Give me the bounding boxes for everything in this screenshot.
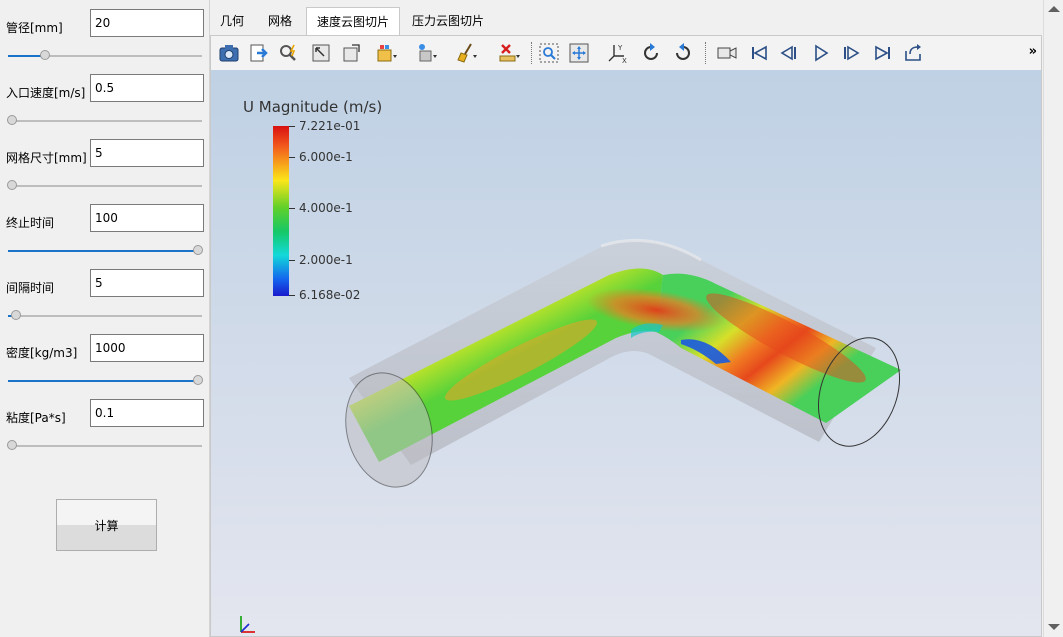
scroll-down-icon[interactable]	[1048, 624, 1060, 630]
slider-thumb[interactable]	[10, 310, 21, 320]
axes-orient-icon[interactable]: YX	[605, 41, 629, 65]
toolbar-more-button[interactable]: »	[1029, 44, 1037, 59]
tab-geometry[interactable]: 几何	[210, 7, 254, 35]
density-input[interactable]	[90, 334, 204, 362]
fit-view-icon[interactable]	[567, 41, 591, 65]
interval-time-label: 间隔时间	[6, 281, 55, 295]
toolbar-separator	[705, 42, 707, 64]
first-frame-icon[interactable]	[747, 41, 771, 65]
next-frame-icon[interactable]	[839, 41, 863, 65]
inlet-velocity-label: 入口速度[m/s]	[6, 86, 86, 100]
delete-ruler-icon[interactable]	[497, 41, 521, 65]
clear-brush-icon[interactable]	[455, 41, 479, 65]
pipe-diameter-row: 管径[mm]	[0, 9, 209, 73]
lighting-icon[interactable]	[415, 41, 439, 65]
interval-time-row: 间隔时间	[0, 269, 209, 333]
slider-track	[8, 120, 202, 122]
vertical-scrollbar[interactable]	[1043, 0, 1063, 637]
rotate-cw-icon[interactable]	[671, 41, 695, 65]
camera-icon[interactable]	[217, 41, 241, 65]
slider-thumb[interactable]	[193, 375, 204, 385]
end-time-slider[interactable]	[8, 244, 204, 258]
mesh-size-slider[interactable]	[6, 179, 202, 193]
slider-track	[8, 315, 202, 317]
interval-time-input[interactable]	[90, 269, 204, 297]
slider-thumb[interactable]	[193, 245, 204, 255]
slider-track	[8, 445, 202, 447]
slider-fill	[8, 250, 202, 252]
select-icon[interactable]	[309, 41, 333, 65]
viscosity-slider[interactable]	[6, 439, 202, 453]
slider-fill	[8, 380, 202, 382]
render-viewport[interactable]: U Magnitude (m/s) 7.221e-01 6.168e-02 6.…	[211, 70, 1041, 636]
prev-frame-icon[interactable]	[777, 41, 801, 65]
play-icon[interactable]	[809, 41, 833, 65]
end-time-input[interactable]	[90, 204, 204, 232]
density-label: 密度[kg/m3]	[6, 346, 78, 360]
zoom-box-icon[interactable]	[537, 41, 561, 65]
slider-thumb[interactable]	[6, 440, 17, 450]
tab-content: YX » U Magnitude (m/s) 7.221e-01 6.168e-…	[210, 35, 1042, 637]
slider-thumb[interactable]	[39, 50, 50, 60]
rotate-ccw-icon[interactable]	[639, 41, 663, 65]
pipe-velocity-contour	[345, 238, 901, 488]
tab-pressure-slice[interactable]: 压力云图切片	[402, 7, 494, 35]
color-map-icon[interactable]	[375, 41, 399, 65]
viscosity-label: 粘度[Pa*s]	[6, 411, 66, 425]
mesh-size-row: 网格尺寸[mm]	[0, 139, 209, 203]
scroll-up-icon[interactable]	[1048, 6, 1060, 12]
render-toolbar: YX »	[211, 36, 1041, 71]
end-time-label: 终止时间	[6, 216, 55, 230]
slider-thumb[interactable]	[6, 115, 17, 125]
viscosity-row: 粘度[Pa*s]	[0, 399, 209, 463]
slider-track	[8, 185, 202, 187]
mesh-size-label: 网格尺寸[mm]	[6, 151, 87, 165]
end-time-row: 终止时间	[0, 204, 209, 268]
mesh-size-input[interactable]	[90, 139, 204, 167]
tab-bar: 几何 网格 速度云图切片 压力云图切片	[210, 7, 1045, 36]
calculate-button[interactable]: 计算	[56, 499, 157, 551]
tab-mesh[interactable]: 网格	[258, 7, 302, 35]
inlet-velocity-slider[interactable]	[6, 114, 202, 128]
export-icon[interactable]	[247, 41, 271, 65]
interval-time-slider[interactable]	[8, 309, 202, 323]
inlet-velocity-input[interactable]	[90, 74, 204, 102]
svg-text:X: X	[622, 57, 627, 64]
view-area: 几何 网格 速度云图切片 压力云图切片 Y X » U Magnitude (m…	[210, 0, 1063, 637]
pipe-diameter-slider[interactable]	[8, 49, 202, 63]
slider-thumb[interactable]	[6, 180, 17, 190]
loop-icon[interactable]	[901, 41, 925, 65]
toolbar-separator	[531, 42, 533, 64]
svg-text:Y: Y	[617, 44, 623, 52]
pipe-diameter-input[interactable]	[90, 9, 204, 37]
parameter-panel: 管径[mm] 入口速度[m/s] 网格尺寸[mm] 终止时间间隔时间密度[kg/m3]…	[0, 0, 210, 637]
video-camera-icon[interactable]	[715, 41, 739, 65]
inlet-velocity-row: 入口速度[m/s]	[0, 74, 209, 138]
reset-view-icon[interactable]	[339, 41, 363, 65]
density-slider[interactable]	[8, 374, 204, 388]
last-frame-icon[interactable]	[871, 41, 895, 65]
pipe-diameter-label: 管径[mm]	[6, 21, 63, 35]
orientation-axes-icon	[240, 616, 255, 633]
query-icon[interactable]	[277, 41, 301, 65]
tab-velocity-slice[interactable]: 速度云图切片	[306, 7, 401, 36]
density-row: 密度[kg/m3]	[0, 334, 209, 398]
viscosity-input[interactable]	[90, 399, 204, 427]
